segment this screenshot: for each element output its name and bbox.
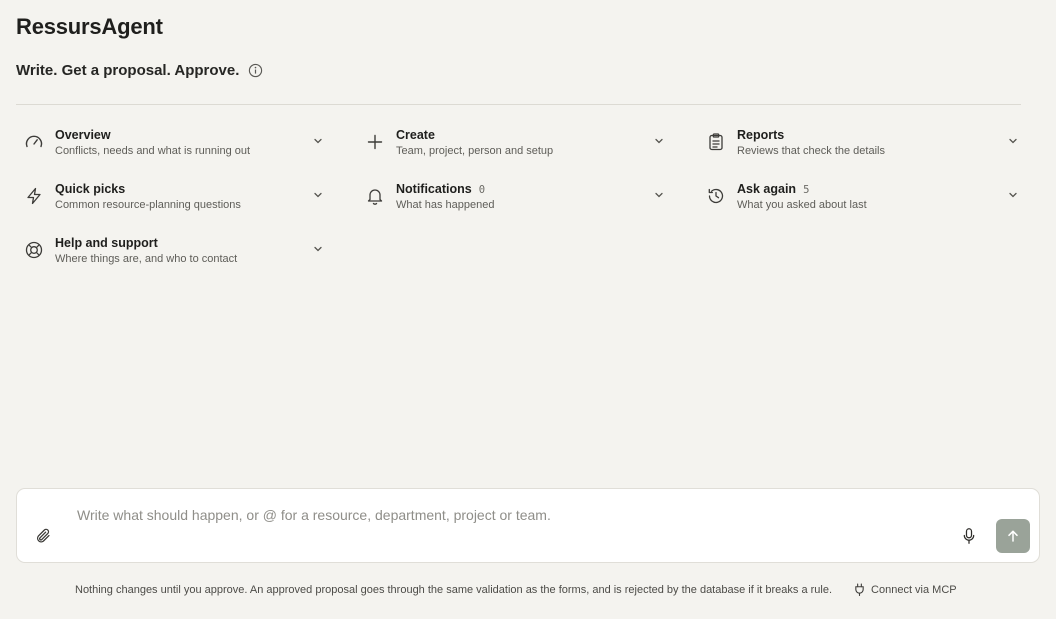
chevron-down-icon <box>654 136 664 146</box>
menu-item-ask-again[interactable]: Ask again 5 What you asked about last <box>698 169 1026 223</box>
notifications-count-badge: 0 <box>478 183 486 196</box>
menu-subtitle-create: Team, project, person and setup <box>396 144 554 157</box>
footer: Nothing changes until you approve. An ap… <box>75 583 975 596</box>
prompt-input[interactable] <box>77 504 957 526</box>
menu-title-ask-again: Ask again <box>737 181 797 196</box>
chevron-down-icon <box>654 190 664 200</box>
menu-subtitle-quick-picks: Common resource-planning questions <box>55 198 241 211</box>
composer <box>16 488 1040 563</box>
app-title: RessursAgent <box>16 14 163 39</box>
menu-subtitle-notifications: What has happened <box>396 198 495 211</box>
send-button[interactable] <box>996 519 1030 553</box>
chevron-down-icon <box>313 190 323 200</box>
menu-subtitle-help: Where things are, and who to contact <box>55 252 238 265</box>
menu-subtitle-overview: Conflicts, needs and what is running out <box>55 144 251 157</box>
tagline: Write. Get a proposal. Approve. <box>16 62 263 79</box>
menu-title-quick-picks: Quick picks <box>55 181 126 196</box>
clipboard-icon <box>706 132 726 152</box>
menu-item-quick-picks[interactable]: Quick picks Common resource-planning que… <box>16 169 357 223</box>
approval-note: Nothing changes until you approve. An ap… <box>75 583 833 596</box>
history-icon <box>706 186 726 206</box>
paperclip-icon[interactable] <box>35 527 53 545</box>
ask-again-count-badge: 5 <box>803 183 810 196</box>
connect-mcp-link[interactable]: Connect via MCP <box>854 583 957 596</box>
lifebuoy-icon <box>24 240 44 260</box>
menu-item-create[interactable]: Create Team, project, person and setup <box>357 115 698 169</box>
chevron-down-icon <box>313 136 323 146</box>
lightning-icon <box>24 186 44 206</box>
menu-subtitle-ask-again: What you asked about last <box>737 198 867 211</box>
menu-item-reports[interactable]: Reports Reviews that check the details <box>698 115 1026 169</box>
menu-title-create: Create <box>396 127 435 142</box>
arrow-up-icon <box>1006 529 1020 543</box>
microphone-icon[interactable] <box>961 527 977 545</box>
chevron-down-icon <box>313 244 323 254</box>
menu-item-help[interactable]: Help and support Where things are, and w… <box>16 223 357 277</box>
tagline-text: Write. Get a proposal. Approve. <box>16 62 240 79</box>
bell-icon <box>365 186 385 206</box>
menu-title-reports: Reports <box>737 127 785 142</box>
menu-title-help: Help and support <box>55 235 158 250</box>
chevron-down-icon <box>1008 190 1018 200</box>
menu-grid: Overview Conflicts, needs and what is ru… <box>16 115 1026 277</box>
menu-subtitle-reports: Reviews that check the details <box>737 144 885 157</box>
menu-title-notifications: Notifications <box>396 181 472 196</box>
header-divider <box>16 104 1021 105</box>
info-icon[interactable] <box>248 63 263 78</box>
menu-item-notifications[interactable]: Notifications 0 What has happened <box>357 169 698 223</box>
gauge-icon <box>24 132 44 152</box>
connect-mcp-label: Connect via MCP <box>871 583 957 596</box>
plus-icon <box>365 132 385 152</box>
menu-item-overview[interactable]: Overview Conflicts, needs and what is ru… <box>16 115 357 169</box>
chevron-down-icon <box>1008 136 1018 146</box>
plug-icon <box>854 583 865 596</box>
menu-title-overview: Overview <box>55 127 111 142</box>
